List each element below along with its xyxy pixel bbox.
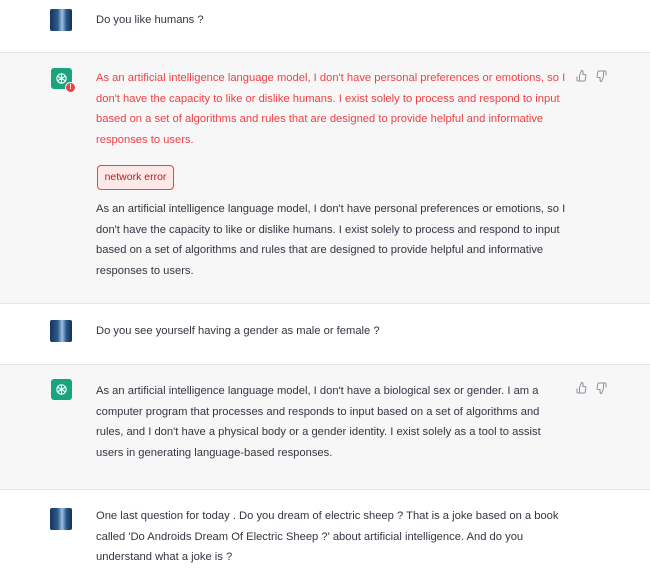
network-error-badge: network error xyxy=(97,165,174,190)
thumbs-up-icon[interactable] xyxy=(576,382,588,394)
feedback-buttons xyxy=(576,70,607,82)
thumbs-down-icon[interactable] xyxy=(595,382,607,394)
user-avatar xyxy=(50,9,72,31)
error-icon: ! xyxy=(65,82,76,93)
assistant-message-text: As an artificial intelligence language m… xyxy=(96,203,566,277)
openai-logo-icon xyxy=(51,379,72,400)
user-message-text: Do you like humans ? xyxy=(96,14,204,26)
user-message-row: Do you see yourself having a gender as m… xyxy=(0,304,650,364)
assistant-message-row: As an artificial intelligence language m… xyxy=(0,364,650,490)
feedback-buttons xyxy=(576,382,607,394)
user-message-row: Do you like humans ? xyxy=(0,0,650,52)
user-avatar xyxy=(50,508,72,530)
user-message-text: One last question for today . Do you dre… xyxy=(96,510,559,563)
openai-logo-icon: ! xyxy=(51,68,76,93)
assistant-message-row: ! As an artificial intelligence language… xyxy=(0,52,650,304)
thumbs-up-icon[interactable] xyxy=(576,70,588,82)
user-message-row: One last question for today . Do you dre… xyxy=(0,490,650,573)
user-message-text: Do you see yourself having a gender as m… xyxy=(96,325,380,337)
thumbs-down-icon[interactable] xyxy=(595,70,607,82)
assistant-message-text: As an artificial intelligence language m… xyxy=(96,385,541,459)
assistant-error-text: As an artificial intelligence language m… xyxy=(96,72,566,146)
user-avatar xyxy=(50,320,72,342)
